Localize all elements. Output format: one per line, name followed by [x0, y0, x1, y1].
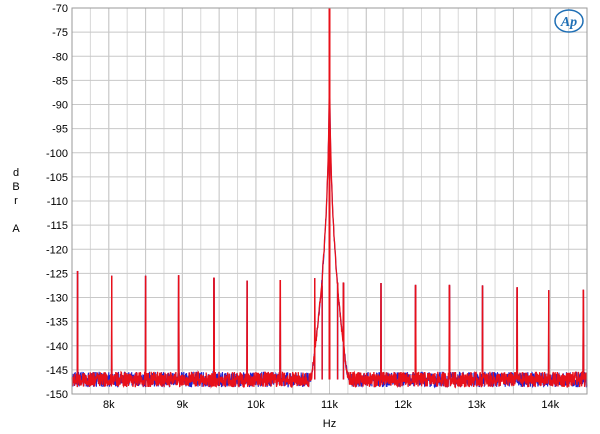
- y-tick-label: -125: [46, 268, 68, 280]
- y-tick-label: -120: [46, 244, 68, 256]
- y-axis-label: dBr A: [12, 167, 20, 235]
- x-tick-label: 9k: [177, 399, 189, 411]
- y-axis-label-char: B: [12, 181, 19, 193]
- x-tick-label: 13k: [468, 399, 486, 411]
- y-tick-label: -140: [46, 341, 68, 353]
- y-tick-label: -145: [46, 365, 68, 377]
- y-axis-label-char: A: [12, 223, 20, 235]
- x-tick-label: 12k: [394, 399, 412, 411]
- x-tick-label: 8k: [103, 399, 115, 411]
- y-tick-label: -130: [46, 293, 68, 305]
- y-tick-label: -85: [52, 75, 68, 87]
- x-tick-label: 10k: [247, 399, 265, 411]
- x-tick-label: 11k: [321, 399, 338, 411]
- y-tick-label: -115: [47, 220, 68, 232]
- logo-text: Ap: [560, 15, 577, 30]
- x-axis-ticks: 8k 9k 10k 11k 12k 13k 14k: [103, 399, 560, 411]
- y-tick-label: -80: [52, 51, 68, 63]
- spectrum-chart: -70 -75 -80 -85 -90 -95 -100 -105 -110 -115 -120 -1…: [12, 3, 588, 430]
- y-tick-label: -100: [46, 148, 68, 160]
- y-tick-label: -70: [52, 3, 68, 15]
- y-tick-label: -95: [52, 124, 68, 136]
- x-axis-label: Hz: [323, 418, 336, 430]
- y-tick-label: -105: [46, 172, 68, 184]
- y-tick-label: -150: [46, 389, 68, 401]
- series-group: [71, 7, 588, 389]
- y-axis-label-char: d: [13, 167, 19, 179]
- y-tick-label: -90: [52, 100, 68, 112]
- y-axis-label-char: r: [14, 195, 18, 207]
- y-axis-ticks: -70 -75 -80 -85 -90 -95 -100 -105 -110 -115 -120 -1…: [46, 3, 68, 401]
- x-tick-label: 14k: [541, 399, 559, 411]
- y-tick-label: -135: [46, 317, 68, 329]
- y-tick-label: -75: [52, 27, 68, 39]
- y-tick-label: -110: [47, 196, 68, 208]
